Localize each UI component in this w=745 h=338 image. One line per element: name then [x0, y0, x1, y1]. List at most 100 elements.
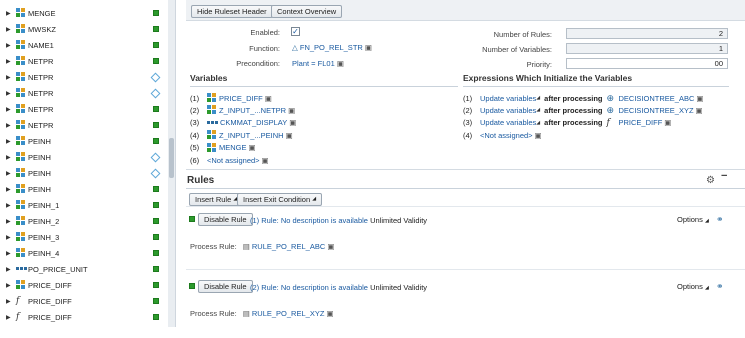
expand-arrow-icon[interactable]: ▶ [6, 250, 16, 257]
variable-link[interactable]: CKMMAT_DISPLAY [220, 118, 287, 127]
active-status-icon [153, 106, 159, 112]
tree-item[interactable]: ▶ NETPR [0, 117, 168, 133]
variable-link[interactable]: <Not assigned> [207, 156, 260, 165]
expand-arrow-icon[interactable]: ▶ [6, 266, 16, 273]
dropdown-icon[interactable]: ◢ [536, 120, 540, 126]
expression-link[interactable]: PRICE_DIFF [619, 118, 663, 127]
insert-rule-button[interactable]: Insert Rule ◢ [189, 193, 244, 206]
expand-arrow-icon[interactable]: ▶ [6, 138, 16, 145]
details-icon[interactable]: ▣ [262, 156, 269, 165]
process-rule-link[interactable]: RULE_PO_REL_XYZ [252, 309, 325, 318]
expand-arrow-icon[interactable]: ▶ [6, 122, 16, 129]
tree-item-label: PEINH [28, 184, 51, 194]
details-icon[interactable]: ▣ [535, 131, 542, 140]
process-rule-link[interactable]: RULE_PO_REL_ABC [252, 242, 325, 251]
tree-item[interactable]: ▶ NETPR [0, 69, 168, 85]
context-overview-button[interactable]: Context Overview [271, 5, 343, 18]
details-icon[interactable]: ▣ [265, 94, 272, 103]
expand-arrow-icon[interactable]: ▶ [6, 202, 16, 209]
priority-input[interactable]: 00 [566, 58, 728, 69]
expand-arrow-icon[interactable]: ▶ [6, 170, 16, 177]
link-icon[interactable]: ⚭ [716, 214, 724, 225]
expand-arrow-icon[interactable]: ▶ [6, 26, 16, 33]
details-icon[interactable]: ▣ [288, 106, 295, 115]
expression-link[interactable]: <Not assigned> [480, 131, 533, 140]
value-list-icon [16, 264, 27, 274]
expression-link[interactable]: DECISIONTREE_ABC [619, 94, 695, 103]
tree-item-label: NETPR [28, 56, 54, 66]
expand-arrow-icon[interactable]: ▶ [6, 74, 16, 81]
options-menu[interactable]: Options ◢ [677, 282, 709, 291]
expand-arrow-icon[interactable]: ▶ [6, 106, 16, 113]
variable-row: (4) Z_INPUT_...PEINH ▣ [190, 130, 293, 140]
expand-arrow-icon[interactable]: ▶ [6, 282, 16, 289]
expand-arrow-icon[interactable]: ▶ [6, 10, 16, 17]
dropdown-icon[interactable]: ◢ [536, 107, 540, 113]
details-icon[interactable]: ▣ [696, 94, 703, 103]
details-icon[interactable]: ▣ [327, 242, 334, 251]
tree-item[interactable]: ▶ f PRICE_DIFF [0, 293, 168, 309]
precondition-link[interactable]: Plant = FL01 ▣ [292, 59, 344, 68]
tree-item[interactable]: ▶ PEINH [0, 133, 168, 149]
expand-arrow-icon[interactable]: ▶ [6, 186, 16, 193]
details-icon[interactable]: ▣ [365, 43, 372, 52]
tree-item[interactable]: ▶ PEINH [0, 165, 168, 181]
tree-item[interactable]: ▶ NETPR [0, 53, 168, 69]
expand-arrow-icon[interactable]: ▶ [6, 218, 16, 225]
expand-arrow-icon[interactable]: ▶ [6, 58, 16, 65]
disable-rule-button[interactable]: Disable Rule [198, 280, 253, 293]
tree-item[interactable]: ▶ NETPR [0, 101, 168, 117]
variable-link[interactable]: PRICE_DIFF [219, 94, 263, 103]
tree-scrollbar-thumb[interactable] [169, 138, 174, 178]
tree-item[interactable]: ▶ PEINH [0, 149, 168, 165]
expand-arrow-icon[interactable]: ▶ [6, 298, 16, 305]
expand-arrow-icon[interactable]: ▶ [6, 234, 16, 241]
details-icon[interactable]: ▣ [696, 106, 703, 115]
details-icon[interactable]: ▣ [286, 131, 293, 140]
rule-description-link[interactable]: (2) Rule: No description is available [250, 283, 368, 292]
details-icon[interactable]: ▣ [289, 118, 296, 127]
details-icon[interactable]: ▣ [337, 59, 344, 68]
structure-icon [207, 105, 217, 115]
expand-arrow-icon[interactable]: ▶ [6, 42, 16, 49]
tree-item[interactable]: ▶ MWSKZ [0, 21, 168, 37]
priority-label: Priority: [526, 60, 552, 69]
details-icon[interactable]: ▣ [664, 118, 671, 127]
variable-link[interactable]: Z_INPUT_...PEINH [219, 131, 284, 140]
tree-item[interactable]: ▶ PEINH_2 [0, 213, 168, 229]
structure-icon [16, 56, 26, 66]
tree-item[interactable]: ▶ NAME1 [0, 37, 168, 53]
insert-exit-condition-button[interactable]: Insert Exit Condition ◢ [237, 193, 323, 206]
expand-arrow-icon[interactable]: ▶ [6, 314, 16, 321]
rule-divider [186, 269, 745, 270]
tree-item[interactable]: ▶ PO_PRICE_UNIT [0, 261, 168, 277]
disable-rule-button[interactable]: Disable Rule [198, 213, 253, 226]
tree-item[interactable]: ▶ PEINH_4 [0, 245, 168, 261]
rule-description-link[interactable]: (1) Rule: No description is available [250, 216, 368, 225]
update-variables-link[interactable]: Update variables [480, 106, 536, 115]
tree-item[interactable]: ▶ NETPR [0, 85, 168, 101]
options-menu[interactable]: Options ◢ [677, 215, 709, 224]
expand-arrow-icon[interactable]: ▶ [6, 90, 16, 97]
details-icon[interactable]: ▣ [327, 309, 334, 318]
dropdown-icon[interactable]: ◢ [536, 95, 540, 101]
tree-item[interactable]: ▶ PEINH_3 [0, 229, 168, 245]
update-variables-link[interactable]: Update variables [480, 94, 536, 103]
tree-item[interactable]: ▶ MENGE [0, 5, 168, 21]
gear-icon[interactable]: ⚙ [706, 175, 715, 186]
details-icon[interactable]: ▣ [249, 143, 256, 152]
expand-arrow-icon[interactable]: ▶ [6, 154, 16, 161]
tree-item[interactable]: ▶ PEINH [0, 181, 168, 197]
hide-ruleset-header-button[interactable]: Hide Ruleset Header [191, 5, 273, 18]
collapse-icon[interactable]: − [721, 170, 727, 182]
tree-item[interactable]: ▶ PEINH_1 [0, 197, 168, 213]
function-link[interactable]: △ FN_PO_REL_STR ▣ [292, 43, 372, 52]
expression-link[interactable]: DECISIONTREE_XYZ [619, 106, 694, 115]
enabled-checkbox[interactable]: ✓ [291, 27, 300, 36]
variable-link[interactable]: MENGE [219, 143, 247, 152]
tree-item[interactable]: ▶ PRICE_DIFF [0, 277, 168, 293]
variable-link[interactable]: Z_INPUT_...NETPR [219, 106, 286, 115]
tree-item[interactable]: ▶ f PRICE_DIFF [0, 309, 168, 325]
link-icon[interactable]: ⚭ [716, 281, 724, 292]
update-variables-link[interactable]: Update variables [480, 118, 536, 127]
